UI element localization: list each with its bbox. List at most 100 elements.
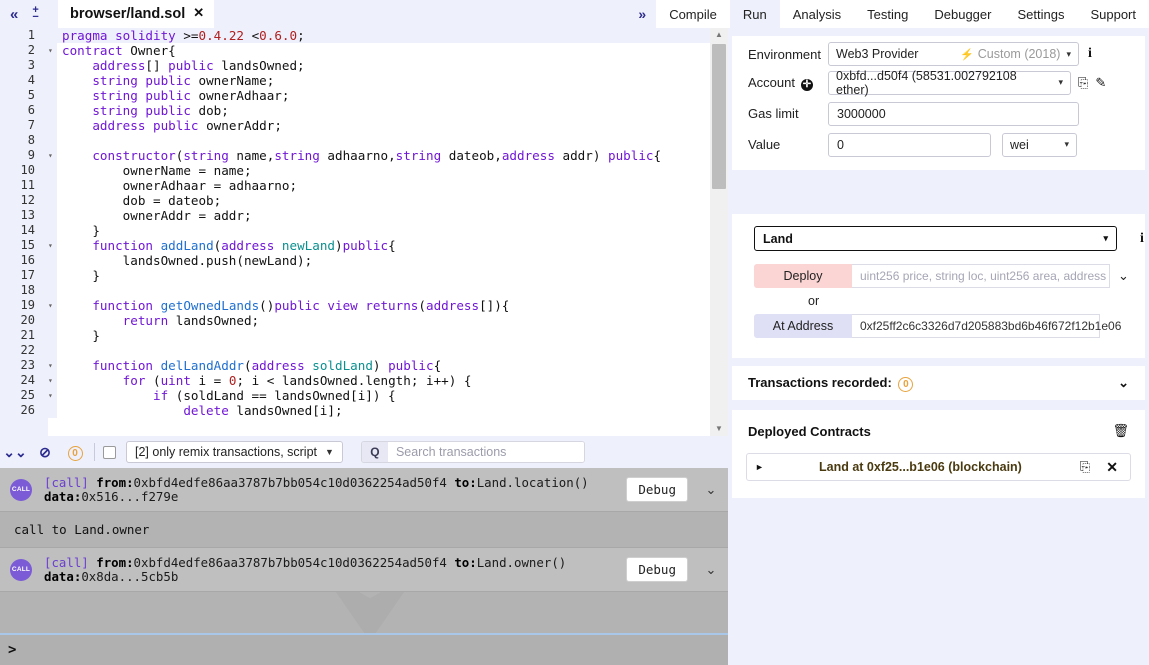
deployed-contract-item[interactable]: ► Land at 0xf25...b1e06 (blockchain) ⎘ ✕ — [746, 453, 1131, 481]
fold-arrow-icon[interactable]: ▾ — [48, 373, 57, 388]
value-input[interactable]: 0 — [828, 132, 991, 157]
clear-console-icon[interactable]: ⊘ — [30, 444, 60, 461]
expand-triangle-icon[interactable]: ► — [755, 462, 773, 472]
line-number: 12 — [0, 193, 48, 208]
search-transactions-box[interactable]: Q — [360, 441, 585, 463]
run-panel: Environment Web3 Provider ⚡ Custom (2018… — [728, 28, 1149, 665]
prompt-symbol: > — [8, 642, 17, 658]
line-number: 18 — [0, 283, 48, 298]
code-line: 23 ▾ function delLandAddr(address soldLan… — [0, 358, 710, 373]
call-details: [call] from:0xbfd4edfe86aa3787b7bb054c10… — [44, 474, 589, 504]
copy-address-icon[interactable]: ⎘ — [1080, 459, 1090, 475]
environment-info-icon[interactable]: i — [1088, 46, 1092, 62]
deploy-button[interactable]: Deploy — [754, 264, 852, 288]
terminal-call-row[interactable]: CALL [call] from:0xbfd4edfe86aa3787b7bb05… — [0, 548, 728, 592]
account-label-text: Account — [748, 74, 795, 90]
fold-arrow-icon — [48, 58, 57, 73]
tab-run[interactable]: Run — [729, 0, 780, 28]
code-text: ownerAdhaar = adhaarno; — [62, 178, 298, 193]
code-line: 24 ▾ for (uint i = 0; i < landsOwned.leng… — [0, 373, 710, 388]
tab-compile[interactable]: Compile — [656, 0, 730, 28]
toolbar-divider — [94, 443, 95, 461]
search-input[interactable] — [387, 442, 584, 462]
environment-select[interactable]: Web3 Provider ⚡ Custom (2018) ▾ — [828, 42, 1079, 66]
sign-message-icon[interactable]: ✎ — [1095, 75, 1106, 91]
at-address-row: At Address 0xf25ff2c6c3326d7d205883bd6b4… — [754, 314, 1145, 338]
gas-limit-value: 3000000 — [837, 106, 886, 121]
add-account-icon[interactable]: ✛ — [800, 78, 813, 91]
file-tab-land-sol[interactable]: browser/land.sol ✕ — [58, 0, 215, 28]
debug-button[interactable]: Debug — [626, 477, 688, 502]
scroll-up-icon[interactable]: ▲ — [710, 28, 728, 42]
contract-select[interactable]: Land ▾ — [754, 226, 1117, 251]
code-editor[interactable]: 1 pragma solidity >=0.4.22 <0.6.0; 2 ▾ contr… — [0, 28, 728, 436]
code-text: address public ownerAddr; — [62, 118, 282, 133]
fold-arrow-icon — [48, 403, 57, 418]
code-line: 22 — [0, 343, 710, 358]
fold-arrow-icon[interactable]: ▾ — [48, 148, 57, 163]
call-badge-icon: CALL — [10, 558, 32, 581]
font-decrease-icon[interactable]: − — [32, 12, 38, 23]
deploy-card: Land ▾ i Deploy uint256 price, string lo… — [732, 214, 1145, 358]
fold-arrow-icon[interactable]: ▾ — [48, 388, 57, 403]
transactions-recorded-card[interactable]: Transactions recorded: 0 ⌄ — [732, 366, 1145, 400]
terminal-call-row[interactable]: CALL [call] from:0xbfd4edfe86aa3787b7bb05… — [0, 468, 728, 512]
line-number: 21 — [0, 328, 48, 343]
tab-settings[interactable]: Settings — [1004, 0, 1078, 28]
listen-network-checkbox[interactable] — [103, 445, 116, 459]
editor-scrollbar[interactable]: ▲ ▼ — [710, 28, 728, 436]
fold-arrow-icon[interactable]: ▾ — [48, 238, 57, 253]
fold-arrow-icon — [48, 163, 57, 178]
terminal-prompt[interactable]: > — [0, 633, 728, 665]
fold-arrow-icon — [48, 313, 57, 328]
value-unit-select[interactable]: wei ▾ — [1002, 132, 1077, 157]
copy-account-icon[interactable]: ⎘ — [1078, 75, 1088, 91]
tab-debugger[interactable]: Debugger — [921, 0, 1005, 28]
deploy-args-input[interactable]: uint256 price, string loc, uint256 area,… — [852, 264, 1110, 288]
at-address-input[interactable]: 0xf25ff2c6c3326d7d205883bd6b46f672f12b1e… — [852, 314, 1121, 338]
chevron-down-icon: ▾ — [1066, 48, 1071, 59]
scroll-down-icon[interactable]: ▼ — [710, 422, 728, 436]
font-size-stepper[interactable]: + − — [32, 5, 38, 23]
collapse-panel-icon[interactable]: « — [10, 7, 18, 22]
account-select[interactable]: 0xbfd...d50f4 (58531.002792108 ether) ▾ — [828, 69, 1071, 97]
account-row: Account ✛ 0xbfd...d50f4 (58531.002792108 … — [732, 67, 1145, 98]
terminal-log[interactable]: CALL [call] from:0xbfd4edfe86aa3787b7bb05… — [0, 468, 728, 665]
tab-analysis[interactable]: Analysis — [779, 0, 855, 28]
transaction-filter-select[interactable]: [2] only remix transactions, script ▼ — [126, 441, 343, 463]
terminal-toolbar: ⌄⌄ ⊘ 0 [2] only remix transactions, scri… — [0, 436, 728, 468]
debug-button[interactable]: Debug — [626, 557, 688, 582]
fold-arrow-icon — [48, 223, 57, 238]
gas-limit-input[interactable]: 3000000 — [828, 101, 1079, 126]
tab-support[interactable]: Support — [1077, 0, 1149, 28]
fold-arrow-icon — [48, 193, 57, 208]
chevron-down-icon[interactable]: ⌄ — [1118, 375, 1129, 391]
terminal-collapse-icon[interactable]: ⌄⌄ — [0, 444, 30, 461]
at-address-button[interactable]: At Address — [754, 314, 852, 338]
fold-arrow-icon[interactable]: ▾ — [48, 298, 57, 313]
code-text: landsOwned.push(newLand); — [62, 253, 313, 268]
expand-deploy-args-icon[interactable]: ⌄ — [1118, 268, 1129, 284]
transaction-filter-label: [2] only remix transactions, script — [135, 445, 318, 459]
chevron-right-icon[interactable]: » — [632, 7, 656, 21]
tab-testing[interactable]: Testing — [854, 0, 922, 28]
contract-select-row: Land ▾ i — [732, 214, 1145, 251]
trash-icon[interactable]: 🗑 — [1112, 423, 1129, 439]
fold-arrow-icon[interactable]: ▾ — [48, 358, 57, 373]
code-content[interactable]: 1 pragma solidity >=0.4.22 <0.6.0; 2 ▾ contr… — [0, 28, 710, 436]
editor-scroll-thumb[interactable] — [712, 44, 726, 189]
contract-info-icon[interactable]: i — [1140, 231, 1144, 247]
code-text: delete landsOwned[i]; — [62, 403, 343, 418]
close-icon[interactable]: ✕ — [193, 6, 204, 19]
file-tab-label: browser/land.sol — [70, 6, 186, 22]
chevron-down-icon[interactable]: ⌄ — [698, 562, 724, 578]
remove-contract-icon[interactable]: ✕ — [1106, 459, 1118, 476]
top-bar: « + − browser/land.sol ✕ » Compile Run A… — [0, 0, 1149, 28]
chevron-down-icon[interactable]: ⌄ — [698, 482, 724, 498]
code-line: 15 ▾ function addLand(address newLand)pub… — [0, 238, 710, 253]
deployed-contract-name[interactable]: Land at 0xf25...b1e06 (blockchain) — [773, 460, 1068, 474]
fold-arrow-icon[interactable]: ▾ — [48, 43, 57, 58]
pending-count: 0 — [67, 445, 83, 461]
editor-tab-controls: « + − — [0, 0, 39, 28]
code-text: constructor(string name,string adhaarno,… — [62, 148, 662, 163]
